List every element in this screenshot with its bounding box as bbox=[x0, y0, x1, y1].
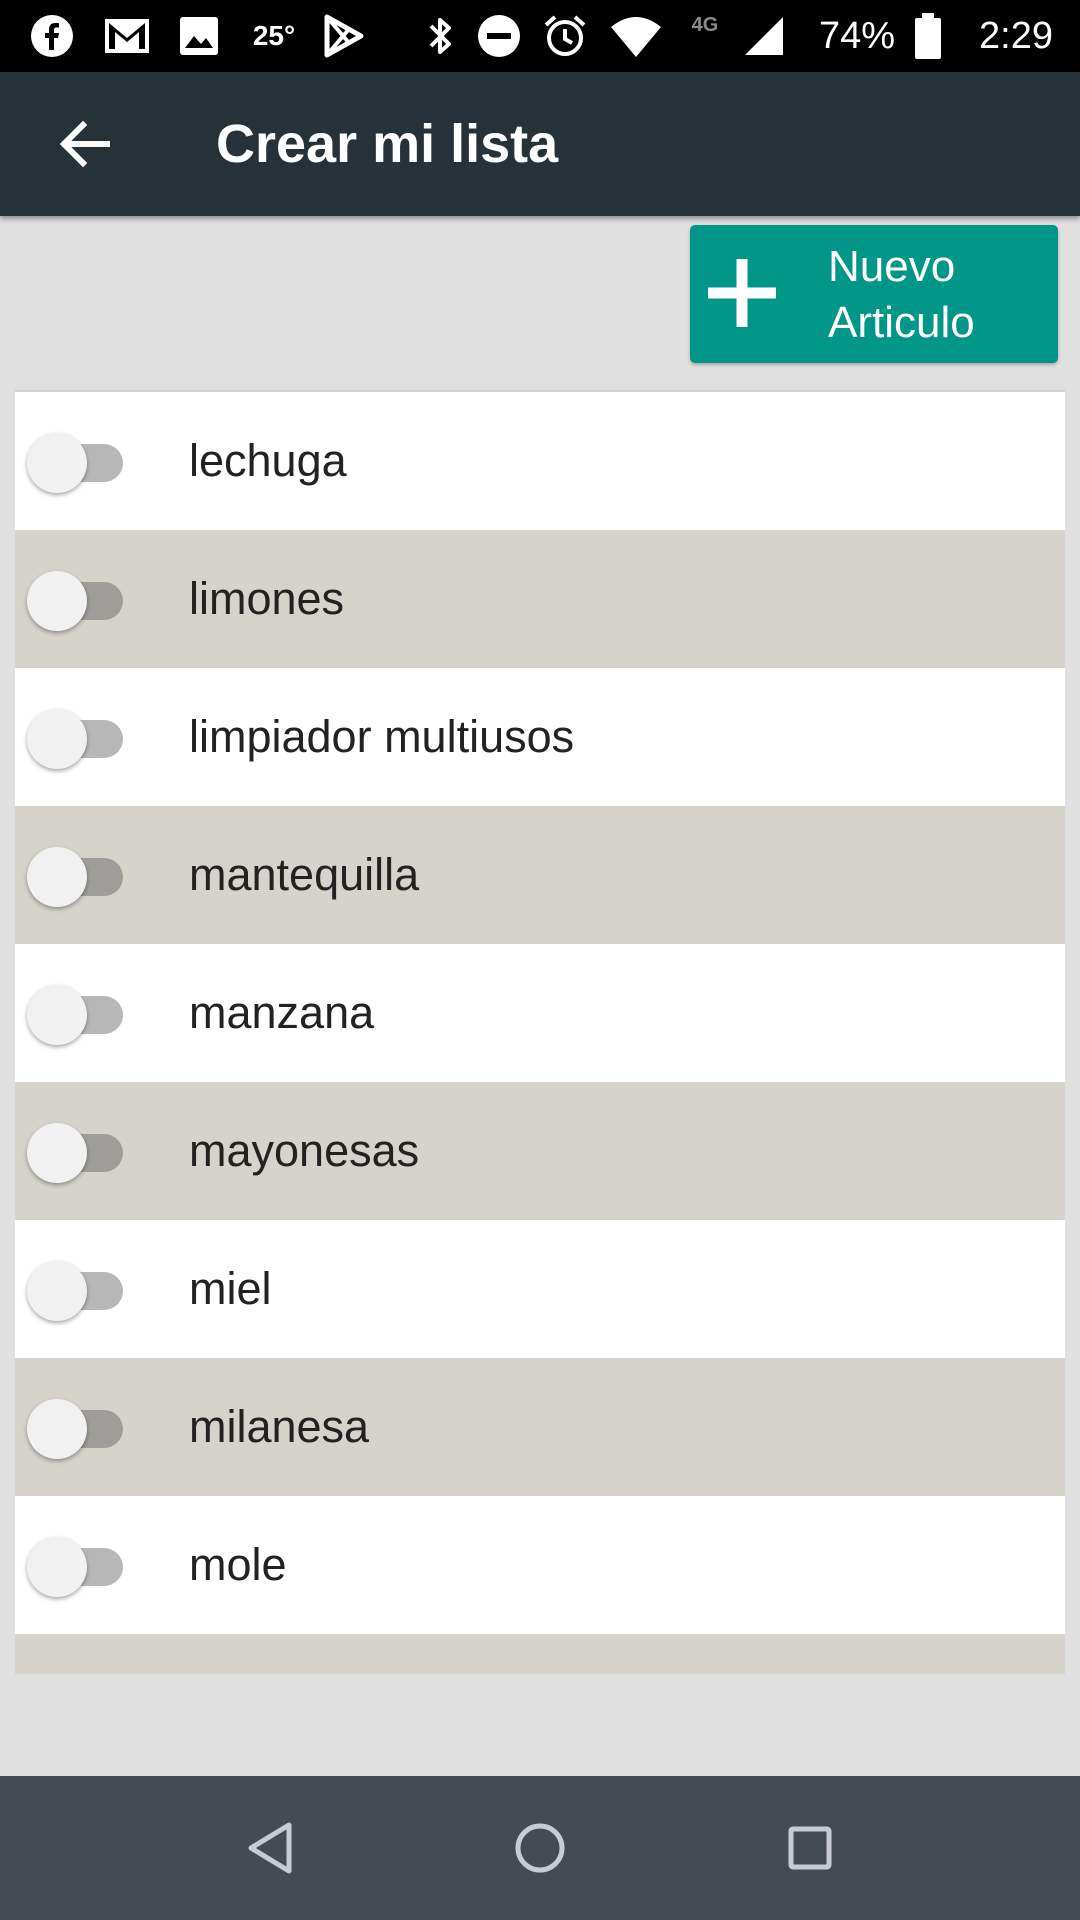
battery-icon bbox=[912, 0, 944, 72]
wifi-icon bbox=[608, 0, 664, 72]
new-item-label: Nuevo Articulo bbox=[828, 242, 975, 347]
item-toggle-switch[interactable] bbox=[21, 1536, 133, 1597]
toggle-thumb bbox=[27, 1123, 87, 1183]
list-item[interactable]: miel bbox=[15, 1220, 1065, 1358]
toggle-thumb bbox=[27, 433, 87, 493]
gallery-icon bbox=[176, 0, 222, 72]
list-item[interactable]: mantequilla bbox=[15, 806, 1065, 944]
play-store-icon bbox=[318, 0, 368, 72]
item-toggle-switch[interactable] bbox=[21, 846, 133, 907]
nav-recents-button[interactable] bbox=[760, 1798, 860, 1898]
signal-icon bbox=[740, 0, 788, 72]
list-item[interactable]: limpiador multiusos bbox=[15, 668, 1065, 806]
battery-percent-text: 74% bbox=[818, 14, 896, 57]
item-toggle-switch[interactable] bbox=[21, 1122, 133, 1183]
new-item-button[interactable]: Nuevo Articulo bbox=[690, 225, 1058, 363]
item-toggle-switch[interactable] bbox=[21, 1398, 133, 1459]
list-item-partial[interactable] bbox=[15, 1634, 1065, 1674]
toggle-thumb bbox=[27, 1261, 87, 1321]
back-triangle-icon bbox=[248, 1822, 292, 1874]
list-item[interactable]: lechuga bbox=[15, 392, 1065, 530]
item-list: lechuga limones limpiador multiusos mantequ… bbox=[15, 390, 1065, 1674]
status-bar: 25° 4G 74% 2:29 bbox=[0, 0, 1080, 72]
item-label: mayonesas bbox=[189, 1125, 420, 1176]
toggle-thumb bbox=[27, 1399, 87, 1459]
bluetooth-icon bbox=[418, 0, 462, 72]
item-toggle-switch[interactable] bbox=[21, 570, 133, 631]
toggle-thumb bbox=[27, 571, 87, 631]
toggle-thumb bbox=[27, 709, 87, 769]
temperature-text: 25° bbox=[252, 20, 296, 51]
toggle-thumb bbox=[27, 847, 87, 907]
network-type-text: 4G bbox=[691, 14, 719, 36]
dnd-icon bbox=[476, 0, 522, 72]
item-label: mole bbox=[189, 1539, 287, 1590]
toggle-thumb bbox=[27, 985, 87, 1045]
nav-back-button[interactable] bbox=[220, 1798, 320, 1898]
plus-icon bbox=[708, 259, 776, 327]
navigation-bar bbox=[0, 1776, 1080, 1920]
item-label: lechuga bbox=[189, 435, 347, 486]
page-title: Crear mi lista bbox=[216, 114, 559, 174]
toggle-thumb bbox=[27, 1537, 87, 1597]
back-button[interactable] bbox=[40, 104, 130, 184]
list-item[interactable]: manzana bbox=[15, 944, 1065, 1082]
list-item[interactable]: mole bbox=[15, 1496, 1065, 1634]
arrow-back-icon bbox=[59, 120, 110, 168]
recents-square-icon bbox=[788, 1826, 832, 1870]
alarm-icon bbox=[540, 0, 590, 72]
item-toggle-switch[interactable] bbox=[21, 708, 133, 769]
list-item[interactable]: limones bbox=[15, 530, 1065, 668]
home-circle-icon bbox=[515, 1823, 565, 1873]
list-item[interactable]: mayonesas bbox=[15, 1082, 1065, 1220]
gmail-icon bbox=[102, 0, 152, 72]
clock-text: 2:29 bbox=[979, 14, 1053, 57]
item-toggle-switch[interactable] bbox=[21, 432, 133, 493]
nav-home-button[interactable] bbox=[490, 1798, 590, 1898]
item-label: mantequilla bbox=[189, 849, 420, 900]
item-label: limones bbox=[189, 573, 345, 624]
item-toggle-switch[interactable] bbox=[21, 984, 133, 1045]
item-label: milanesa bbox=[189, 1401, 370, 1452]
item-label: miel bbox=[189, 1263, 272, 1314]
item-label: manzana bbox=[189, 987, 375, 1038]
item-label: limpiador multiusos bbox=[189, 711, 575, 762]
facebook-icon bbox=[28, 0, 76, 72]
item-toggle-switch[interactable] bbox=[21, 1260, 133, 1321]
list-item[interactable]: milanesa bbox=[15, 1358, 1065, 1496]
app-bar: Crear mi lista bbox=[0, 72, 1080, 216]
